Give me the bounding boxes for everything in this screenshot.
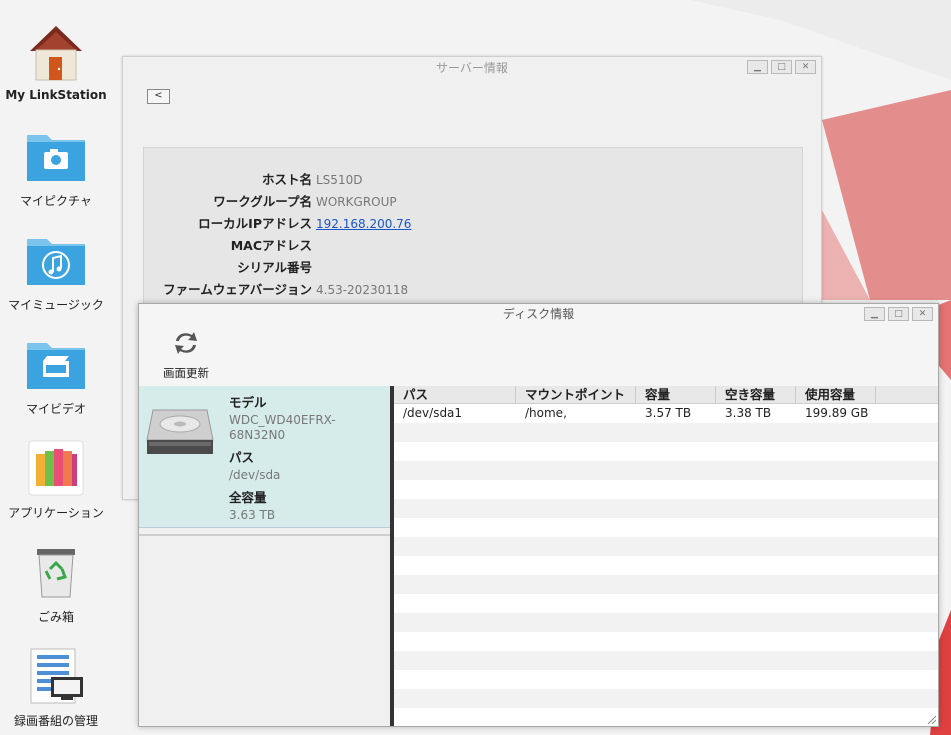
desktop-icon-recordings[interactable]: 録画番組の管理 — [0, 644, 112, 729]
info-row-workgroup: ワークグループ名 WORKGROUP — [144, 191, 804, 213]
maximize-button[interactable]: □ — [888, 307, 909, 321]
info-value: 4.53-20230118 — [316, 283, 409, 297]
column-header-used[interactable]: 使用容量 — [796, 386, 876, 404]
desktop-icon-label: 録画番組の管理 — [13, 714, 98, 728]
desktop-icon-label: マイピクチャ — [20, 194, 92, 208]
empty-row — [394, 613, 938, 632]
empty-row — [394, 480, 938, 499]
empty-row — [394, 575, 938, 594]
minimize-button[interactable]: ▁ — [864, 307, 885, 321]
empty-row — [394, 537, 938, 556]
info-key: MACアドレス — [230, 238, 312, 253]
path-label: パス — [229, 450, 255, 465]
info-key: シリアル番号 — [237, 260, 312, 275]
info-key: ホスト名 — [261, 172, 312, 187]
desktop-icon-label: アプリケーション — [8, 506, 104, 520]
model-value-line1: WDC_WD40EFRX- — [229, 413, 336, 427]
refresh-icon — [175, 332, 197, 354]
desktop-icon-my-pictures[interactable]: マイピクチャ — [0, 124, 112, 209]
empty-row — [394, 499, 938, 518]
desktop-icon-my-linkstation[interactable]: My LinkStation — [0, 20, 112, 102]
path-value: /dev/sda — [229, 468, 281, 482]
house-icon — [24, 20, 88, 84]
model-value-line2: 68N32N0 — [229, 428, 286, 442]
ip-address-link[interactable]: 192.168.200.76 — [316, 213, 411, 235]
divider — [139, 534, 390, 536]
close-button[interactable]: ✕ — [912, 307, 933, 321]
capacity-label: 全容量 — [229, 490, 267, 505]
back-button[interactable]: < — [147, 89, 170, 104]
info-key: ファームウェアバージョン — [163, 282, 312, 297]
disk-card-selected[interactable]: モデル WDC_WD40EFRX- 68N32N0 パス /dev/sda 全容… — [139, 386, 390, 528]
window-controls: ▁ □ ✕ — [864, 307, 933, 321]
empty-row — [394, 518, 938, 537]
table-row[interactable]: /dev/sda1 /home, 3.57 TB 3.38 TB 199.89 … — [394, 404, 938, 423]
applications-icon — [24, 436, 88, 500]
column-header-mount-point[interactable]: マウントポイント — [516, 386, 636, 404]
refresh-button[interactable]: 画面更新 — [157, 328, 215, 381]
empty-row — [394, 423, 938, 442]
column-header-path[interactable]: パス — [394, 386, 516, 404]
desktop-icon-applications[interactable]: アプリケーション — [0, 436, 112, 521]
column-header-free[interactable]: 空き容量 — [716, 386, 796, 404]
desktop-icon-my-video[interactable]: マイビデオ — [0, 332, 112, 417]
empty-row — [394, 556, 938, 575]
desktop-icon-label: マイビデオ — [25, 402, 86, 416]
window-title: ディスク情報 — [502, 307, 575, 321]
cell-path: /dev/sda1 — [403, 406, 463, 420]
desktop-icon-trash[interactable]: ごみ箱 — [0, 540, 112, 625]
recordings-icon — [24, 644, 88, 708]
empty-row — [394, 594, 938, 613]
info-key: ローカルIPアドレス — [198, 216, 312, 231]
empty-row — [394, 461, 938, 480]
disk-info-window: ディスク情報 ▁ □ ✕ 画面更新 モデル WDC_WD40EFRX- 68N3… — [138, 303, 939, 727]
recycle-bin-icon — [24, 540, 88, 604]
empty-row — [394, 708, 938, 726]
info-row-mac: MACアドレス — [144, 235, 804, 257]
close-button[interactable]: ✕ — [795, 60, 816, 74]
partition-table: パス マウントポイント 容量 空き容量 使用容量 /dev/sda1 /home… — [394, 386, 938, 726]
info-value: WORKGROUP — [316, 195, 397, 209]
cell-used: 199.89 GB — [805, 406, 869, 420]
cell-mount-point: /home, — [525, 406, 567, 420]
desktop-icon-label: My LinkStation — [5, 88, 107, 102]
info-row-local-ip: ローカルIPアドレス 192.168.200.76 — [144, 213, 804, 235]
column-header-capacity[interactable]: 容量 — [636, 386, 716, 404]
info-value: LS510D — [316, 173, 363, 187]
capacity-value: 3.63 TB — [229, 508, 276, 522]
cell-capacity: 3.57 TB — [645, 406, 692, 420]
refresh-label: 画面更新 — [163, 366, 209, 380]
info-key: ワークグループ名 — [213, 194, 312, 209]
minimize-button[interactable]: ▁ — [747, 60, 768, 74]
window-controls: ▁ □ ✕ — [747, 60, 816, 74]
empty-row — [394, 442, 938, 461]
toolbar: 画面更新 — [139, 324, 938, 386]
desktop-icon-label: マイミュージック — [8, 298, 104, 312]
window-title: サーバー情報 — [436, 61, 508, 75]
music-folder-icon — [24, 228, 88, 292]
empty-row — [394, 689, 938, 708]
info-row-serial: シリアル番号 — [144, 257, 804, 279]
model-label: モデル — [229, 395, 267, 410]
camera-folder-icon — [24, 124, 88, 188]
empty-row — [394, 651, 938, 670]
table-header: パス マウントポイント 容量 空き容量 使用容量 — [394, 386, 938, 404]
maximize-button[interactable]: □ — [771, 60, 792, 74]
disk-list-pane: モデル WDC_WD40EFRX- 68N32N0 パス /dev/sda 全容… — [139, 386, 390, 726]
desktop-icon-my-music[interactable]: マイミュージック — [0, 228, 112, 313]
resize-grip-icon[interactable] — [926, 714, 936, 724]
cell-free: 3.38 TB — [725, 406, 772, 420]
empty-row — [394, 670, 938, 689]
desktop-icon-label: ごみ箱 — [37, 610, 74, 624]
hard-drive-icon — [145, 404, 215, 463]
info-row-firmware: ファームウェアバージョン 4.53-20230118 — [144, 279, 804, 301]
info-row-hostname: ホスト名 LS510D — [144, 169, 804, 191]
empty-row — [394, 632, 938, 651]
video-folder-icon — [24, 332, 88, 396]
